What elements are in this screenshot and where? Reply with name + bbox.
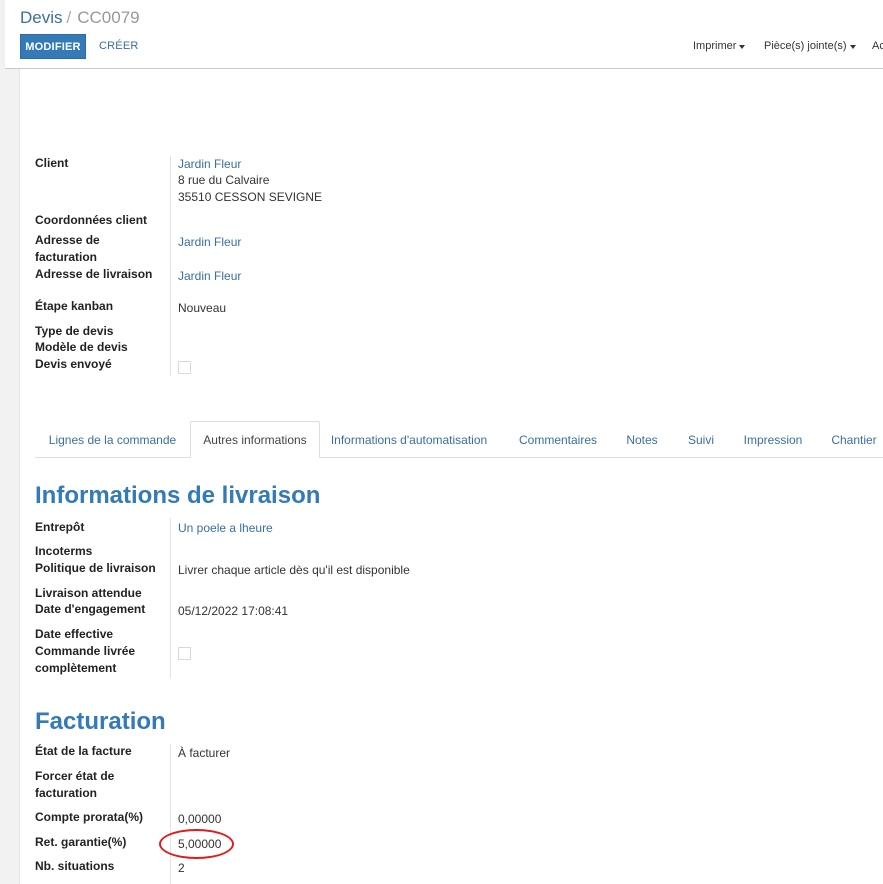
prorata-value[interactable]: 0,00000 bbox=[178, 811, 221, 828]
incoterms-label: Incoterms bbox=[35, 544, 93, 558]
client-label: Client bbox=[35, 156, 69, 170]
quote-sent-label: Devis envoyé bbox=[35, 357, 112, 371]
fully-delivered-checkbox[interactable] bbox=[178, 647, 191, 660]
tab-follow-up[interactable]: Suivi bbox=[666, 421, 736, 458]
create-button[interactable]: CRÉER bbox=[99, 40, 139, 52]
quote-type-label: Type de devis bbox=[35, 324, 114, 338]
invoicing-section-title: Facturation bbox=[35, 708, 166, 735]
commitment-date-label: Date d'engagement bbox=[35, 602, 146, 616]
contact-label: Coordonnées client bbox=[35, 213, 148, 227]
invoice-state-value: À facturer bbox=[178, 746, 231, 760]
client-link[interactable]: Jardin Fleur bbox=[178, 156, 241, 173]
caret-down-icon bbox=[739, 44, 746, 49]
tab-printing[interactable]: Impression bbox=[736, 421, 810, 458]
client-address-line2: 35510 CESSON SEVIGNE bbox=[178, 190, 323, 204]
breadcrumb-separator: / bbox=[66, 8, 72, 27]
commitment-date-value[interactable]: 05/12/2022 17:08:41 bbox=[178, 603, 288, 620]
invoicing-field-separator bbox=[170, 744, 171, 884]
action-menu-label: Ac bbox=[872, 40, 883, 52]
warehouse-link[interactable]: Un poele a lheure bbox=[178, 520, 273, 537]
force-invoice-state-label-line2: facturation bbox=[35, 786, 98, 800]
left-gutter bbox=[0, 69, 20, 884]
tab-order-lines[interactable]: Lignes de la commande bbox=[35, 421, 190, 458]
quote-template-label: Modèle de devis bbox=[35, 340, 128, 354]
form-sheet bbox=[21, 69, 883, 884]
caret-down-icon bbox=[849, 44, 856, 49]
tab-other-info[interactable]: Autres informations bbox=[190, 421, 320, 458]
invoice-address-label-line1: Adresse de bbox=[35, 233, 100, 247]
tab-automation-info[interactable]: Informations d'automatisation bbox=[320, 421, 498, 458]
delivery-address-link[interactable]: Jardin Fleur bbox=[178, 268, 241, 285]
delivery-field-separator bbox=[170, 518, 171, 678]
breadcrumb-devis-link[interactable]: Devis bbox=[20, 8, 63, 27]
prorata-label: Compte prorata(%) bbox=[35, 810, 144, 824]
invoice-state-label: État de la facture bbox=[35, 744, 132, 758]
kanban-stage-label: Étape kanban bbox=[35, 299, 114, 313]
client-address-line1: 8 rue du Calvaire bbox=[178, 173, 270, 187]
situations-value[interactable]: 2 bbox=[178, 860, 185, 877]
effective-date-label: Date effective bbox=[35, 627, 114, 641]
tab-comments[interactable]: Commentaires bbox=[498, 421, 618, 458]
print-menu-label: Imprimer bbox=[693, 40, 737, 52]
attachments-menu[interactable]: Pièce(s) jointe(s) bbox=[764, 40, 856, 52]
quote-sent-checkbox[interactable] bbox=[178, 361, 191, 374]
edit-button[interactable]: MODIFIER bbox=[20, 34, 86, 59]
warehouse-label: Entrepôt bbox=[35, 520, 85, 534]
invoice-address-link[interactable]: Jardin Fleur bbox=[178, 234, 241, 251]
attachments-menu-label: Pièce(s) jointe(s) bbox=[764, 40, 847, 52]
action-menu[interactable]: Ac bbox=[872, 40, 883, 52]
delivery-section-title: Informations de livraison bbox=[35, 482, 321, 509]
retention-label: Ret. garantie(%) bbox=[35, 835, 127, 849]
highlight-annotation bbox=[159, 829, 234, 859]
delivery-policy-label: Politique de livraison bbox=[35, 561, 156, 575]
expected-delivery-label: Livraison attendue bbox=[35, 586, 142, 600]
fully-delivered-label-line2: complètement bbox=[35, 661, 117, 675]
kanban-stage-value[interactable]: Nouveau bbox=[178, 300, 226, 317]
breadcrumb-current: CC0079 bbox=[77, 8, 140, 27]
tab-notes[interactable]: Notes bbox=[618, 421, 666, 458]
print-menu[interactable]: Imprimer bbox=[693, 40, 746, 52]
control-panel: Devis / CC0079 MODIFIER CRÉER Imprimer Piè… bbox=[0, 0, 883, 69]
situations-label: Nb. situations bbox=[35, 859, 115, 873]
force-invoice-state-label-line1: Forcer état de bbox=[35, 769, 115, 783]
left-edge bbox=[0, 0, 5, 69]
breadcrumb: Devis / CC0079 bbox=[20, 8, 140, 28]
notebook-tabs: Lignes de la commande Autres information… bbox=[35, 421, 883, 458]
tab-site[interactable]: Chantier bbox=[824, 421, 883, 458]
invoice-address-label-line2: facturation bbox=[35, 250, 98, 264]
delivery-address-label: Adresse de livraison bbox=[35, 267, 153, 281]
header-field-separator bbox=[170, 156, 171, 376]
fully-delivered-label-line1: Commande livrée bbox=[35, 644, 136, 658]
delivery-policy-value[interactable]: Livrer chaque article dès qu'il est disp… bbox=[178, 562, 410, 579]
